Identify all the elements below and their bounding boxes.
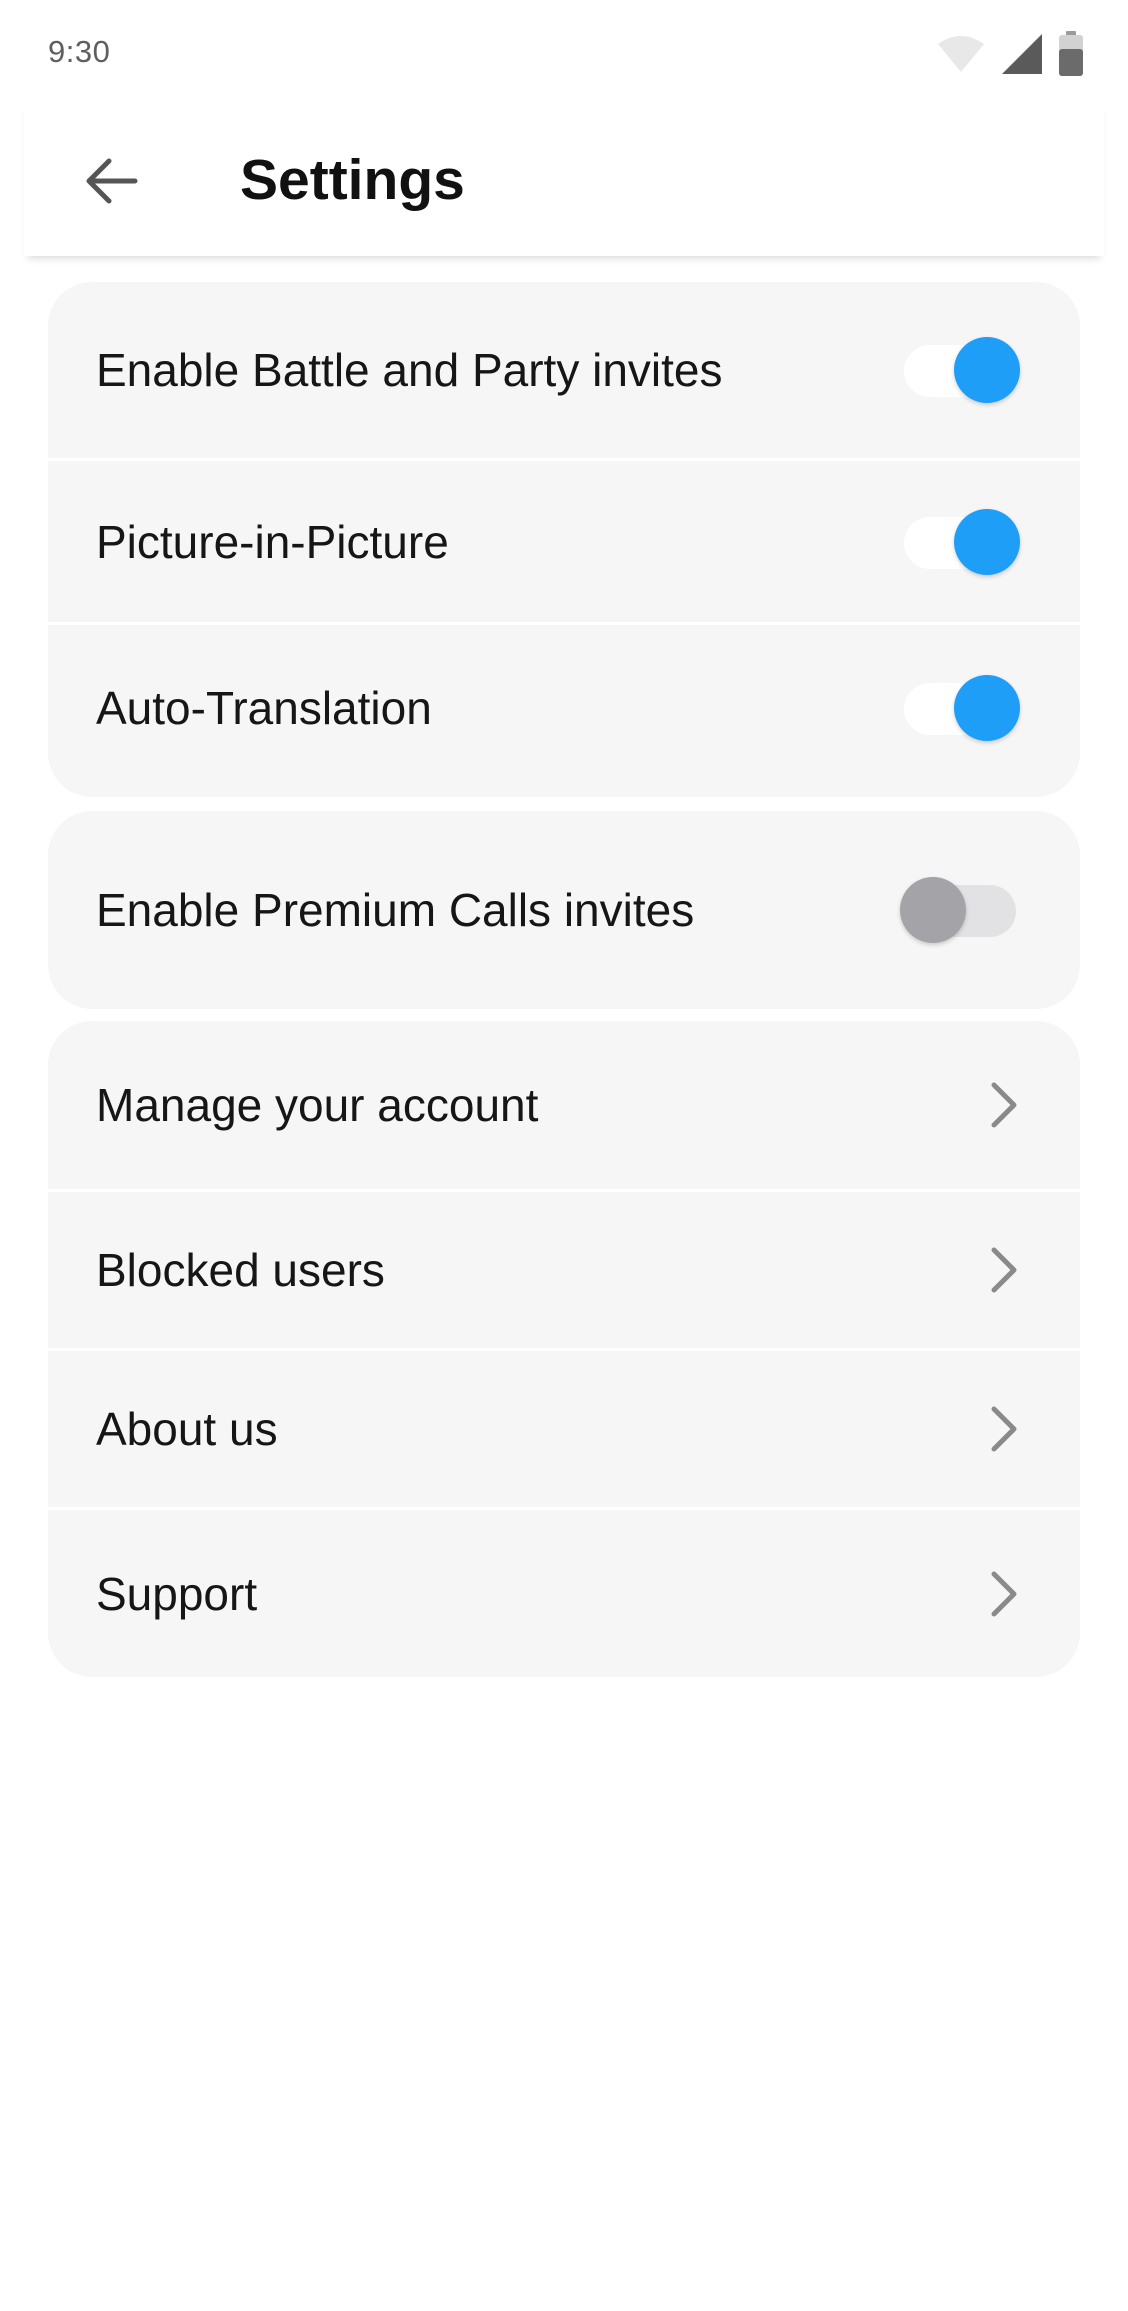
nav-row-support[interactable]: Support [48, 1507, 1080, 1677]
setting-row-picture-in-picture[interactable]: Picture-in-Picture [48, 458, 1080, 622]
back-button[interactable] [76, 146, 146, 216]
status-bar: 9:30 [0, 0, 1128, 104]
picture-in-picture-toggle[interactable] [900, 508, 1020, 575]
toggle-settings-card: Enable Battle and Party invites Picture-… [48, 282, 1080, 797]
nav-label: Blocked users [96, 1244, 385, 1296]
setting-label: Enable Premium Calls invites [96, 884, 695, 936]
battle-party-invites-toggle[interactable] [900, 337, 1020, 403]
nav-label: About us [96, 1403, 278, 1455]
page-title: Settings [240, 148, 465, 212]
nav-row-manage-account[interactable]: Manage your account [48, 1021, 1080, 1189]
premium-calls-invites-toggle[interactable] [900, 877, 1020, 943]
nav-label: Support [96, 1567, 258, 1620]
nav-row-about-us[interactable]: About us [48, 1348, 1080, 1507]
setting-label: Picture-in-Picture [96, 515, 449, 568]
setting-label: Auto-Translation [96, 682, 432, 734]
setting-row-battle-party-invites[interactable]: Enable Battle and Party invites [48, 282, 1080, 458]
wifi-icon [938, 36, 984, 72]
status-time: 9:30 [48, 34, 111, 69]
toggle-knob [900, 877, 966, 943]
setting-row-auto-translation[interactable]: Auto-Translation [48, 622, 1080, 791]
chevron-right-icon [991, 1247, 1017, 1293]
chevron-right-icon [991, 1571, 1017, 1616]
arrow-left-icon [86, 158, 138, 204]
navigation-settings-card: Manage your account Blocked users About … [48, 1021, 1080, 1677]
auto-translation-toggle[interactable] [900, 675, 1020, 741]
chevron-right-icon [991, 1406, 1017, 1452]
battery-icon [1059, 31, 1083, 76]
setting-label: Enable Battle and Party invites [96, 344, 723, 396]
nav-label: Manage your account [96, 1079, 539, 1131]
app-bar: Settings [24, 104, 1104, 256]
nav-row-blocked-users[interactable]: Blocked users [48, 1189, 1080, 1348]
cellular-signal-icon [1002, 34, 1042, 74]
status-icons [936, 30, 1084, 78]
toggle-knob [954, 675, 1020, 741]
toggle-knob [954, 337, 1020, 403]
setting-row-premium-calls-invites[interactable]: Enable Premium Calls invites [48, 811, 1080, 1009]
toggle-knob [954, 508, 1020, 575]
chevron-right-icon [991, 1082, 1017, 1128]
premium-settings-card: Enable Premium Calls invites [48, 811, 1080, 1009]
